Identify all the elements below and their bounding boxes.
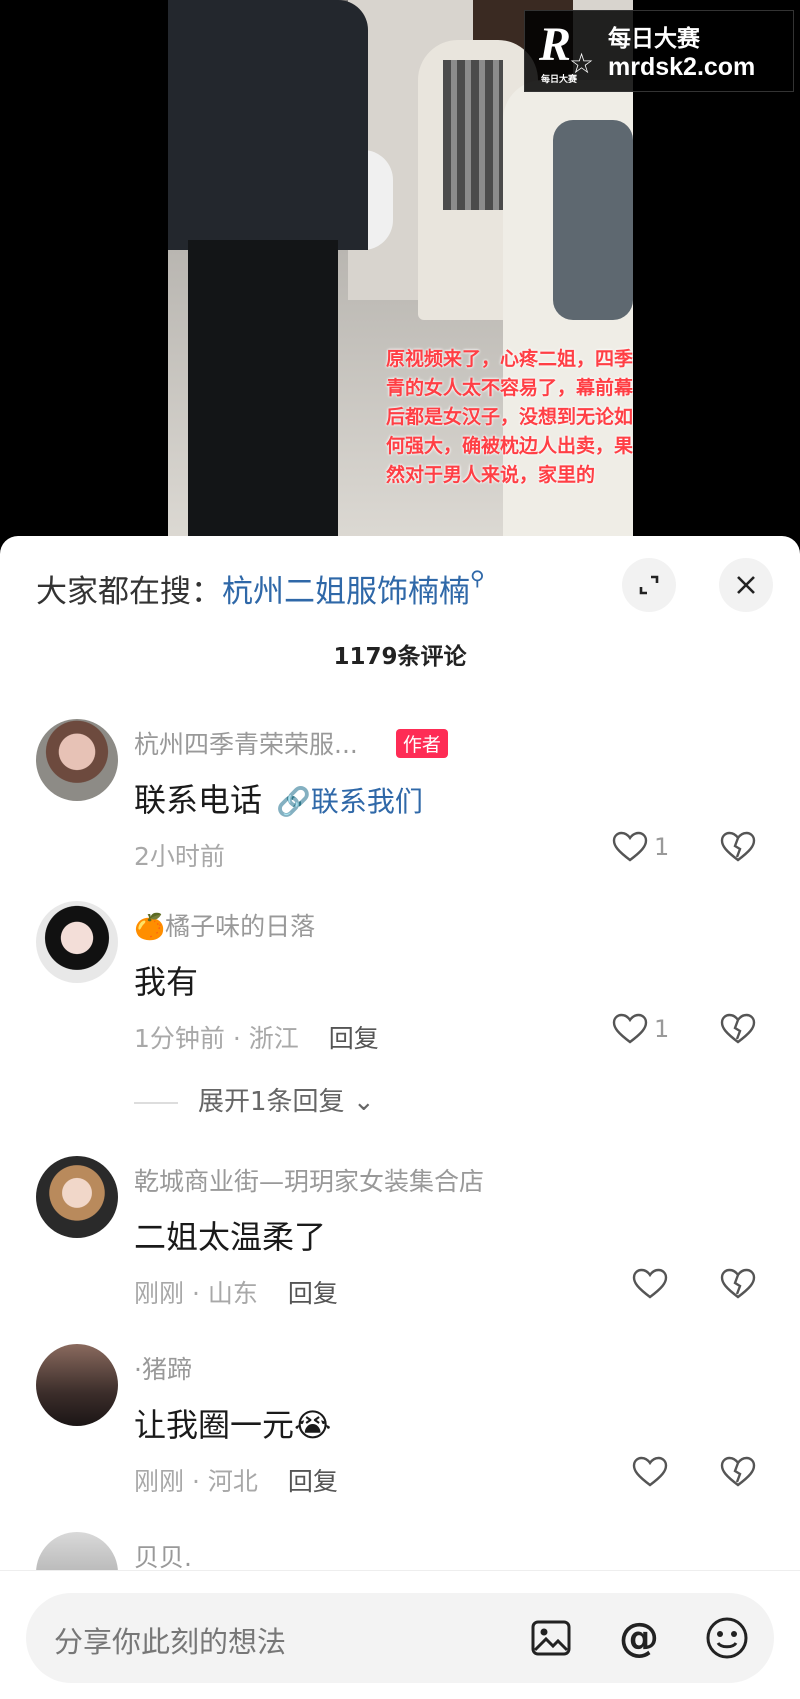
watermark-url: mrdsk2.com — [608, 53, 756, 81]
heart-icon — [612, 831, 648, 862]
video-caption: 原视频来了，心疼二姐，四季青的女人太不容易了，幕前幕后都是女汉子，没想到无论如何… — [386, 348, 633, 486]
link-icon: 🔗 — [276, 785, 311, 818]
heart-icon — [612, 1013, 648, 1044]
avatar[interactable] — [36, 719, 118, 801]
chevron-down-icon: ⌄ — [352, 1087, 375, 1117]
contact-link[interactable]: 🔗联系我们 — [276, 785, 423, 818]
comment-item: 贝贝. — [0, 1532, 800, 1572]
broken-heart-icon — [720, 1013, 756, 1044]
comment-sheet: 大家都在搜：杭州二姐服饰楠楠⚲ 1179条评论 杭州四季青荣荣服... 作者 联系… — [0, 536, 800, 1698]
search-suggestion[interactable]: 大家都在搜：杭州二姐服饰楠楠⚲ — [36, 566, 485, 611]
comment-author[interactable]: 贝贝. — [134, 1538, 192, 1572]
search-icon: ⚲ — [470, 566, 485, 590]
avatar[interactable] — [36, 901, 118, 983]
avatar[interactable] — [36, 1532, 118, 1572]
dislike-button[interactable] — [720, 1456, 756, 1492]
expand-replies-button[interactable]: 展开1条回复 ⌄ — [134, 1081, 375, 1118]
dislike-button[interactable] — [720, 1268, 756, 1304]
at-icon: @ — [619, 1615, 659, 1661]
watermark: R 每日大赛 ☆ 每日大赛 mrdsk2.com — [524, 10, 794, 92]
comment-author[interactable]: 乾城商业街—玥玥家女装集合店 — [134, 1162, 484, 1198]
expand-icon — [639, 575, 659, 595]
avatar[interactable] — [36, 1156, 118, 1238]
emoji-button[interactable] — [702, 1613, 752, 1663]
comment-input-placeholder: 分享你此刻的想法 — [54, 1625, 287, 1659]
video-person-man — [168, 0, 368, 540]
search-prefix: 大家都在搜： — [36, 574, 222, 610]
dislike-button[interactable] — [720, 831, 756, 867]
like-count: 1 — [654, 833, 670, 861]
dislike-button[interactable] — [720, 1013, 756, 1049]
reply-button[interactable]: 回复 — [288, 1467, 338, 1496]
heart-icon — [632, 1456, 668, 1487]
comment-meta: 2小时前 — [134, 842, 225, 871]
comment-input[interactable]: 分享你此刻的想法 @ — [26, 1593, 774, 1683]
search-term-link[interactable]: 杭州二姐服饰楠楠 — [222, 574, 470, 610]
mention-button[interactable]: @ — [614, 1613, 664, 1663]
video-scarf — [443, 60, 503, 210]
comment-author[interactable]: 杭州四季青荣荣服... 作者 — [134, 725, 448, 761]
comment-meta: 刚刚 · 山东 回复 — [134, 1279, 338, 1308]
expand-button[interactable] — [622, 558, 676, 612]
like-button[interactable] — [632, 1456, 668, 1488]
reply-button[interactable]: 回复 — [329, 1024, 379, 1053]
comment-count: 1179条评论 — [333, 644, 467, 670]
image-icon — [531, 1620, 571, 1656]
like-button[interactable] — [632, 1268, 668, 1300]
broken-heart-icon — [720, 831, 756, 862]
comment-meta: 刚刚 · 河北 回复 — [134, 1467, 338, 1496]
comment-text: 二姐太温柔了 — [134, 1218, 327, 1256]
comment-meta: 1分钟前 · 浙江 回复 — [134, 1024, 379, 1053]
close-button[interactable] — [719, 558, 773, 612]
heart-icon — [632, 1268, 668, 1299]
star-icon: ☆ — [569, 47, 595, 80]
like-button[interactable]: 1 — [612, 1013, 669, 1045]
comment-author[interactable]: ·猪蹄 — [134, 1350, 192, 1386]
author-badge: 作者 — [395, 729, 448, 758]
comment-text: 联系电话 🔗联系我们 — [134, 781, 423, 819]
image-button[interactable] — [526, 1613, 576, 1663]
comment-author[interactable]: 🍊橘子味的日落 — [134, 907, 315, 943]
reply-button[interactable]: 回复 — [288, 1279, 338, 1308]
watermark-title: 每日大赛 — [608, 26, 700, 52]
close-icon — [737, 576, 755, 594]
broken-heart-icon — [720, 1268, 756, 1299]
comment-text: 让我圈一元😭 — [134, 1406, 332, 1444]
smiley-icon — [706, 1617, 748, 1659]
like-button[interactable]: 1 — [612, 831, 669, 863]
broken-heart-icon — [720, 1456, 756, 1487]
avatar[interactable] — [36, 1344, 118, 1426]
comment-text: 我有 — [134, 963, 199, 1001]
like-count: 1 — [654, 1015, 670, 1043]
